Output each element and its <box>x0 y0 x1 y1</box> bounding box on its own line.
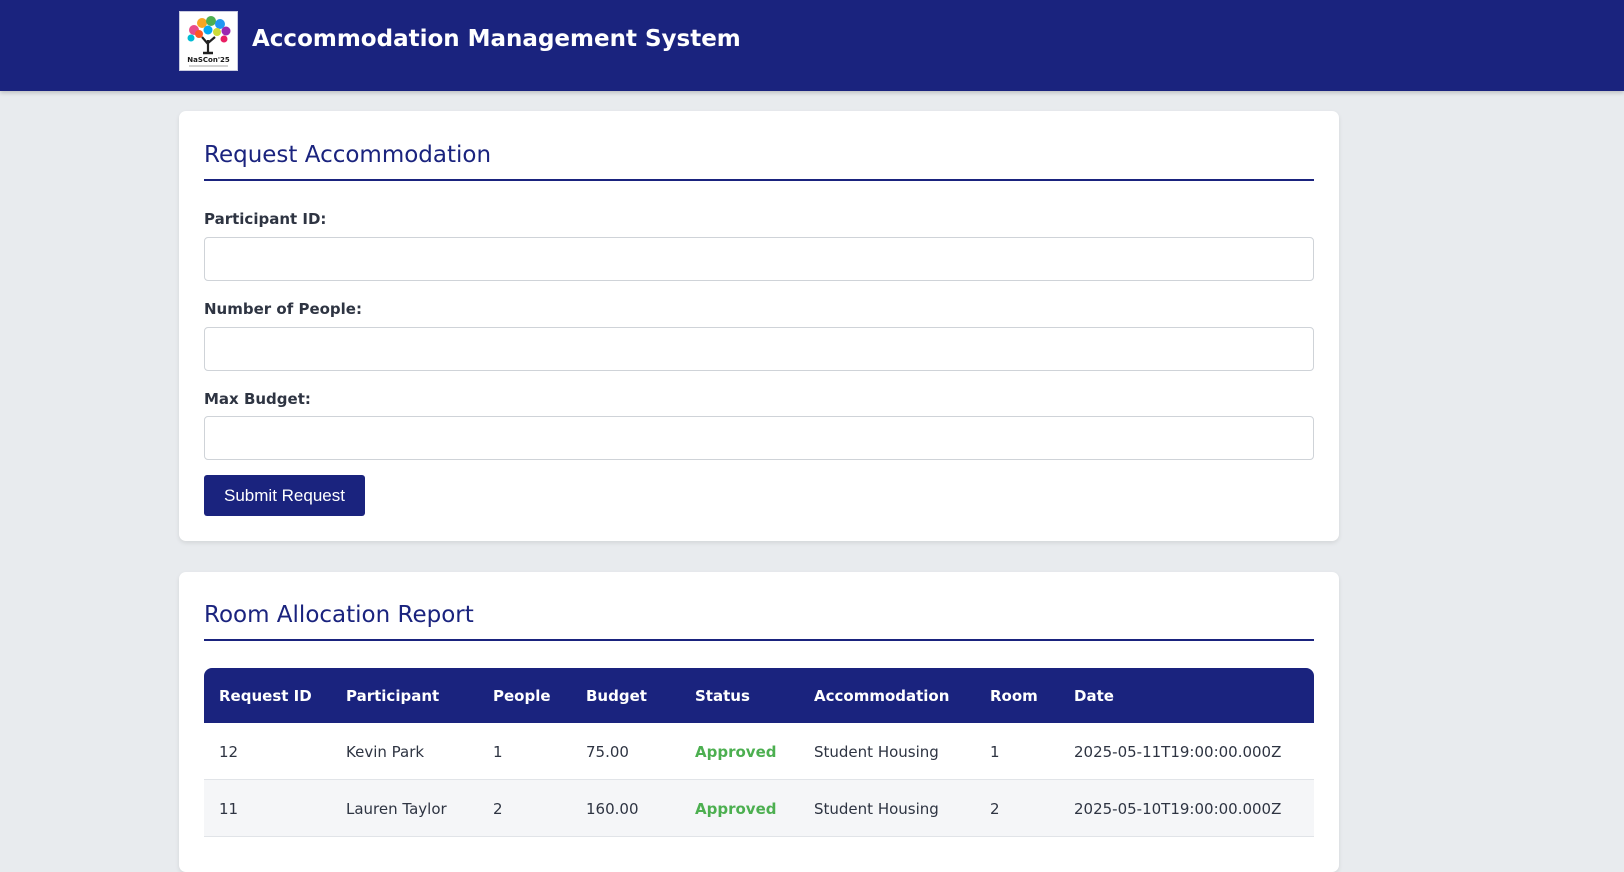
column-header-participant: Participant <box>346 687 440 705</box>
room-allocation-report-card: Room Allocation Report Request ID Partic… <box>179 572 1339 872</box>
cell-participant: Kevin Park <box>346 743 425 761</box>
cell-people: 2 <box>493 800 503 818</box>
table-row: 12 Kevin Park 1 75.00 Approved Student H… <box>204 723 1314 780</box>
cell-request-id: 12 <box>219 743 239 761</box>
app-title: Accommodation Management System <box>252 26 741 52</box>
table-row: 11 Lauren Taylor 2 160.00 Approved Stude… <box>204 780 1314 837</box>
cell-participant: Lauren Taylor <box>346 800 447 818</box>
cell-date: 2025-05-10T19:00:00.000Z <box>1074 800 1282 818</box>
column-header-request-id: Request ID <box>219 687 312 705</box>
request-accommodation-card: Request Accommodation Participant ID: Nu… <box>179 111 1339 541</box>
cell-date: 2025-05-11T19:00:00.000Z <box>1074 743 1282 761</box>
submit-request-button[interactable]: Submit Request <box>204 475 365 516</box>
participant-id-input[interactable] <box>204 237 1314 281</box>
cell-request-id: 11 <box>219 800 239 818</box>
cell-room: 2 <box>990 800 1000 818</box>
cell-budget: 160.00 <box>586 800 639 818</box>
cell-accommodation: Student Housing <box>814 800 939 818</box>
column-header-date: Date <box>1074 687 1114 705</box>
cell-accommodation: Student Housing <box>814 743 939 761</box>
cell-room: 1 <box>990 743 1000 761</box>
status-badge: Approved <box>695 743 777 761</box>
app-header: NaSCon'25 Accommodation Management Syste… <box>0 0 1624 91</box>
allocation-table: Request ID Participant People Budget Sta… <box>204 668 1314 837</box>
report-title: Room Allocation Report <box>204 602 1314 641</box>
tree-logo-icon: NaSCon'25 <box>179 11 238 71</box>
max-budget-input[interactable] <box>204 416 1314 460</box>
svg-text:NaSCon'25: NaSCon'25 <box>187 56 230 64</box>
number-of-people-input[interactable] <box>204 327 1314 371</box>
column-header-room: Room <box>990 687 1038 705</box>
column-header-budget: Budget <box>586 687 647 705</box>
column-header-people: People <box>493 687 551 705</box>
cell-people: 1 <box>493 743 503 761</box>
number-of-people-label: Number of People: <box>204 300 362 318</box>
max-budget-label: Max Budget: <box>204 390 311 408</box>
status-badge: Approved <box>695 800 777 818</box>
participant-id-label: Participant ID: <box>204 210 327 228</box>
table-header: Request ID Participant People Budget Sta… <box>204 668 1314 723</box>
column-header-status: Status <box>695 687 750 705</box>
column-header-accommodation: Accommodation <box>814 687 950 705</box>
cell-budget: 75.00 <box>586 743 629 761</box>
request-form-title: Request Accommodation <box>204 142 1314 181</box>
